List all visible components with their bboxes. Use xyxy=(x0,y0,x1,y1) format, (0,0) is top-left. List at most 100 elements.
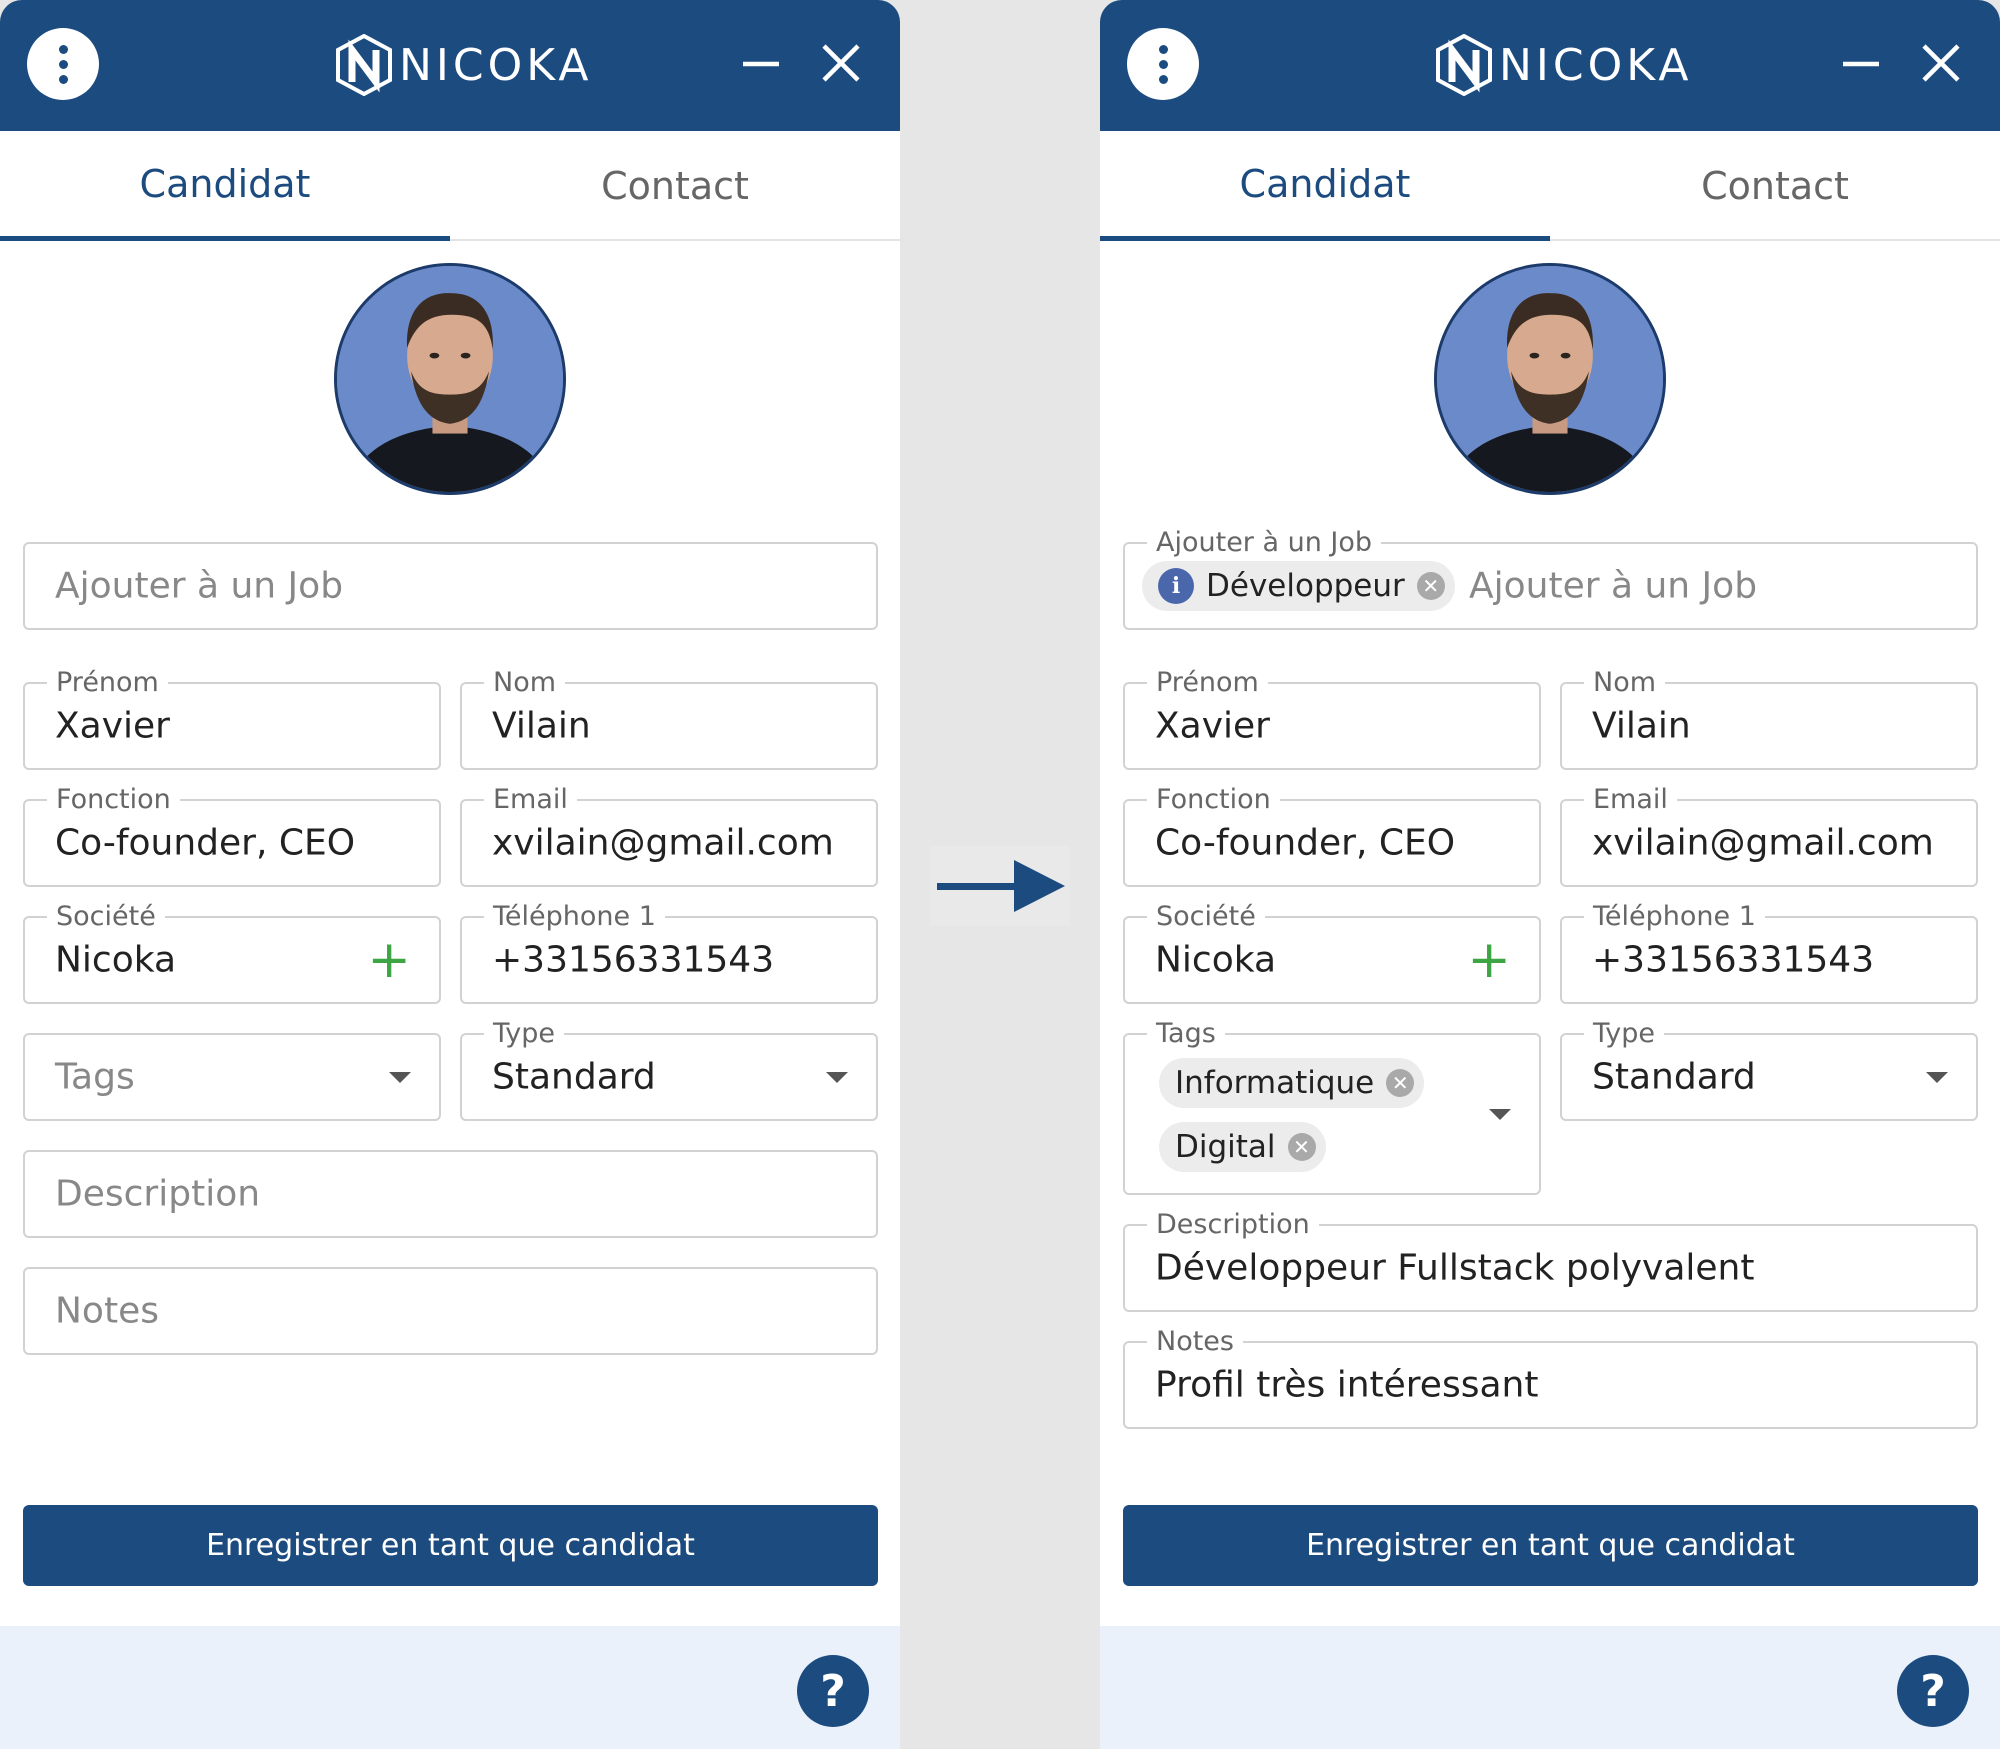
description-value: Développeur Fullstack polyvalent xyxy=(1155,1247,1755,1289)
remove-chip-icon[interactable]: ✕ xyxy=(1416,572,1445,600)
job-chip[interactable]: i Développeur ✕ xyxy=(1142,561,1455,611)
prenom-value: Xavier xyxy=(55,705,170,747)
prenom-value: Xavier xyxy=(1155,705,1270,747)
telephone-label: Téléphone 1 xyxy=(484,901,665,933)
save-as-candidate-button[interactable]: Enregistrer en tant que candidat xyxy=(23,1505,878,1586)
notes-field[interactable]: Notes Profil très intéressant xyxy=(1123,1326,1978,1429)
telephone-value: +33156331543 xyxy=(492,939,775,981)
nicoka-logo-icon xyxy=(1436,34,1492,96)
chevron-down-icon[interactable] xyxy=(1926,1072,1948,1083)
fonction-label: Fonction xyxy=(1147,784,1280,816)
nicoka-logo-icon xyxy=(336,34,392,96)
tab-candidat[interactable]: Candidat xyxy=(0,131,450,241)
type-select[interactable]: Type Standard xyxy=(1560,1018,1978,1121)
tags-label: Tags xyxy=(1147,1018,1225,1050)
save-as-candidate-button[interactable]: Enregistrer en tant que candidat xyxy=(1123,1505,1978,1586)
telephone-label: Téléphone 1 xyxy=(1584,901,1765,933)
help-icon[interactable]: ? xyxy=(1897,1655,1969,1727)
add-to-job-placeholder: Ajouter à un Job xyxy=(1469,565,1758,607)
type-value: Standard xyxy=(1592,1056,1756,1098)
prenom-field[interactable]: Prénom Xavier xyxy=(23,667,441,770)
brand-name: NICOKA xyxy=(1499,39,1693,91)
app-header: NICOKA xyxy=(1100,0,2000,131)
nom-label: Nom xyxy=(1584,667,1666,699)
email-label: Email xyxy=(484,784,577,816)
add-to-job-input[interactable]: Ajouter à un Job i Développeur ✕ Ajouter… xyxy=(1123,527,1978,630)
societe-field[interactable]: Société Nicoka + xyxy=(1123,901,1541,1004)
notes-placeholder: Notes xyxy=(55,1290,159,1332)
close-icon[interactable] xyxy=(1918,40,1964,86)
nicoka-logo: NICOKA xyxy=(1435,34,1692,96)
societe-value: Nicoka xyxy=(1155,939,1277,981)
close-icon[interactable] xyxy=(818,40,864,86)
prenom-label: Prénom xyxy=(1147,667,1268,699)
plus-icon[interactable]: + xyxy=(1467,934,1511,986)
remove-chip-icon[interactable]: ✕ xyxy=(1386,1069,1415,1097)
notes-value: Profil très intéressant xyxy=(1155,1364,1539,1406)
nicoka-logo: NICOKA xyxy=(335,34,592,96)
nom-value: Vilain xyxy=(492,705,591,747)
tags-select[interactable]: Tags Informatique ✕ Digital ✕ xyxy=(1123,1018,1541,1195)
type-select[interactable]: Type Standard xyxy=(460,1018,878,1121)
prenom-field[interactable]: Prénom Xavier xyxy=(1123,667,1541,770)
tag-chip-informatique[interactable]: Informatique ✕ xyxy=(1159,1058,1425,1108)
fonction-field[interactable]: Fonction Co-founder, CEO xyxy=(23,784,441,887)
fonction-label: Fonction xyxy=(47,784,180,816)
info-icon: i xyxy=(1158,568,1194,604)
telephone-field[interactable]: Téléphone 1 +33156331543 xyxy=(1560,901,1978,1004)
help-icon[interactable]: ? xyxy=(797,1655,869,1727)
avatar[interactable] xyxy=(334,263,566,495)
chevron-down-icon[interactable] xyxy=(1489,1109,1511,1120)
fonction-value: Co-founder, CEO xyxy=(55,822,356,864)
description-label: Description xyxy=(1147,1209,1319,1241)
tags-placeholder: Tags xyxy=(55,1056,135,1098)
tab-contact[interactable]: Contact xyxy=(1550,131,2000,241)
nom-value: Vilain xyxy=(1592,705,1691,747)
tab-bar: Candidat Contact xyxy=(0,131,900,241)
description-placeholder: Description xyxy=(55,1173,261,1215)
notes-field[interactable]: Notes xyxy=(23,1267,878,1355)
tags-select[interactable]: Tags xyxy=(23,1033,441,1121)
type-label: Type xyxy=(484,1018,565,1050)
footer-bar xyxy=(1100,1626,2000,1749)
fonction-field[interactable]: Fonction Co-founder, CEO xyxy=(1123,784,1541,887)
tab-candidat[interactable]: Candidat xyxy=(1100,131,1550,241)
nom-field[interactable]: Nom Vilain xyxy=(1560,667,1978,770)
email-field[interactable]: Email xvilain@gmail.com xyxy=(1560,784,1978,887)
email-value: xvilain@gmail.com xyxy=(1592,822,1934,864)
nom-label: Nom xyxy=(484,667,566,699)
add-to-job-placeholder: Ajouter à un Job xyxy=(55,565,344,607)
description-field[interactable]: Description Développeur Fullstack polyva… xyxy=(1123,1209,1978,1312)
chevron-down-icon[interactable] xyxy=(826,1072,848,1083)
tag-chip-digital[interactable]: Digital ✕ xyxy=(1159,1122,1326,1172)
avatar[interactable] xyxy=(1434,263,1666,495)
minimize-icon[interactable] xyxy=(738,40,784,86)
extension-panel-after: NICOKA Candidat Contact Ajouter à un Job… xyxy=(1100,0,2000,1749)
plus-icon[interactable]: + xyxy=(367,934,411,986)
societe-value: Nicoka xyxy=(55,939,177,981)
more-vertical-icon[interactable] xyxy=(27,28,99,100)
app-header: NICOKA xyxy=(0,0,900,131)
notes-label: Notes xyxy=(1147,1326,1243,1358)
tab-bar: Candidat Contact xyxy=(1100,131,2000,241)
email-field[interactable]: Email xvilain@gmail.com xyxy=(460,784,878,887)
type-label: Type xyxy=(1584,1018,1665,1050)
tab-contact[interactable]: Contact xyxy=(450,131,900,241)
footer-bar xyxy=(0,1626,900,1749)
add-to-job-input[interactable]: Ajouter à un Job xyxy=(23,542,878,630)
prenom-label: Prénom xyxy=(47,667,168,699)
extension-panel-before: NICOKA Candidat Contact Ajouter à un Job… xyxy=(0,0,900,1749)
more-vertical-icon[interactable] xyxy=(1127,28,1199,100)
remove-chip-icon[interactable]: ✕ xyxy=(1287,1133,1316,1161)
telephone-value: +33156331543 xyxy=(1592,939,1875,981)
description-field[interactable]: Description xyxy=(23,1150,878,1238)
telephone-field[interactable]: Téléphone 1 +33156331543 xyxy=(460,901,878,1004)
societe-field[interactable]: Société Nicoka + xyxy=(23,901,441,1004)
minimize-icon[interactable] xyxy=(1838,40,1884,86)
nom-field[interactable]: Nom Vilain xyxy=(460,667,878,770)
tag-chip-label: Digital xyxy=(1175,1129,1276,1165)
fonction-value: Co-founder, CEO xyxy=(1155,822,1456,864)
chevron-down-icon[interactable] xyxy=(389,1072,411,1083)
type-value: Standard xyxy=(492,1056,656,1098)
arrow-right-icon xyxy=(930,846,1070,926)
